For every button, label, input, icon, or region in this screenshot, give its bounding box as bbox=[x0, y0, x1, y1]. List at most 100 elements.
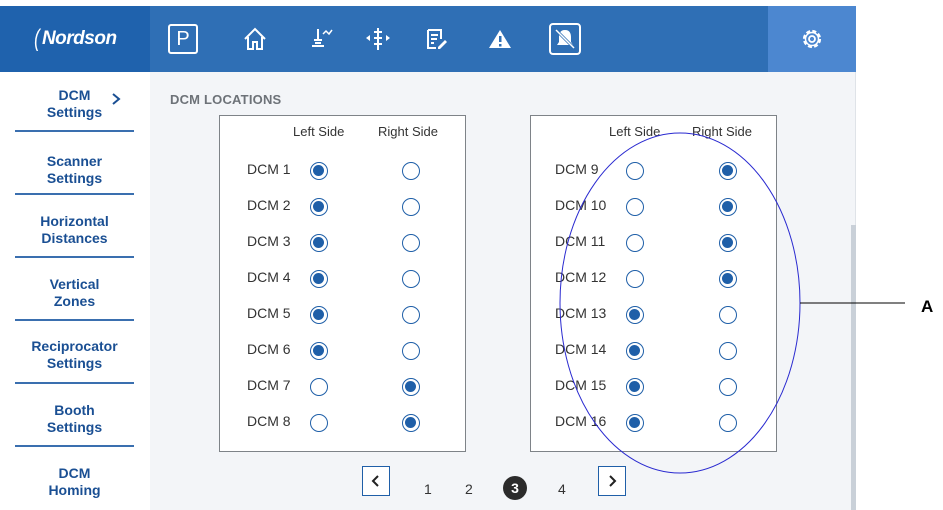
sidebar-item-label-line2: Zones bbox=[53, 293, 96, 309]
dcm-row-label: DCM 2 bbox=[247, 197, 291, 213]
page-link-2[interactable]: 2 bbox=[465, 481, 473, 497]
radio-right-side[interactable] bbox=[402, 342, 420, 360]
radio-right-side[interactable] bbox=[402, 378, 420, 396]
nordson-logo: (Nordson bbox=[0, 6, 150, 72]
radio-right-side[interactable] bbox=[402, 306, 420, 324]
sidebar-item-reciprocator-settings[interactable]: Reciprocator Settings bbox=[15, 338, 134, 372]
dcm-row-label: DCM 12 bbox=[555, 269, 607, 285]
warning-icon bbox=[489, 30, 511, 48]
dcm-row-label: DCM 7 bbox=[247, 377, 291, 393]
gear-icon bbox=[802, 29, 822, 49]
home-button[interactable] bbox=[226, 6, 284, 72]
spray-gun-button[interactable] bbox=[291, 6, 349, 72]
dcm-row-label: DCM 15 bbox=[555, 377, 607, 393]
sidebar-item-dcm-homing[interactable]: DCM Homing bbox=[15, 465, 134, 499]
page-link-1[interactable]: 1 bbox=[424, 481, 432, 497]
radio-left-side[interactable] bbox=[310, 306, 328, 324]
radio-left-side[interactable] bbox=[310, 378, 328, 396]
sidebar-item-horizontal-distances[interactable]: Horizontal Distances bbox=[15, 213, 134, 247]
radio-left-side[interactable] bbox=[626, 162, 644, 180]
traverse-icon bbox=[366, 28, 390, 50]
sidebar-item-label-line2: Distances bbox=[41, 230, 108, 246]
sidebar-item-label-line1: Booth bbox=[54, 402, 95, 418]
sidebar-item-scanner-settings[interactable]: Scanner Settings bbox=[15, 153, 134, 187]
dcm-panel-9-16: Left Side Right Side DCM 9 DCM 10 DCM 11 DC… bbox=[530, 115, 777, 452]
column-header-left: Left Side bbox=[293, 124, 345, 139]
radio-left-side[interactable] bbox=[626, 270, 644, 288]
radio-left-side[interactable] bbox=[310, 270, 328, 288]
radio-left-side[interactable] bbox=[626, 342, 644, 360]
sidebar-item-label-line2: Settings bbox=[46, 170, 103, 186]
parking-button[interactable]: P bbox=[154, 6, 212, 72]
warning-button[interactable] bbox=[471, 6, 529, 72]
radio-left-side[interactable] bbox=[626, 414, 644, 432]
settings-button[interactable] bbox=[768, 6, 856, 72]
sidebar-divider bbox=[15, 319, 134, 321]
radio-left-side[interactable] bbox=[626, 306, 644, 324]
radio-right-side[interactable] bbox=[719, 270, 737, 288]
radio-right-side[interactable] bbox=[402, 270, 420, 288]
home-icon bbox=[244, 27, 266, 50]
prev-page-button[interactable] bbox=[362, 466, 390, 496]
parking-icon: P bbox=[168, 24, 198, 54]
traverse-button[interactable] bbox=[349, 6, 407, 72]
sidebar-item-vertical-zones[interactable]: Vertical Zones bbox=[15, 276, 134, 310]
sidebar-divider bbox=[15, 256, 134, 258]
radio-left-side[interactable] bbox=[310, 234, 328, 252]
radio-right-side[interactable] bbox=[402, 234, 420, 252]
radio-right-side[interactable] bbox=[719, 162, 737, 180]
column-header-right: Right Side bbox=[378, 124, 438, 139]
dcm-row-label: DCM 11 bbox=[555, 233, 606, 249]
radio-left-side[interactable] bbox=[310, 198, 328, 216]
dcm-row-label: DCM 6 bbox=[247, 341, 291, 357]
radio-left-side[interactable] bbox=[310, 162, 328, 180]
sidebar-divider bbox=[15, 445, 134, 447]
next-page-button[interactable] bbox=[598, 466, 626, 496]
alarm-muted-icon bbox=[549, 23, 581, 55]
annotation-label: A bbox=[921, 297, 934, 316]
radio-right-side[interactable] bbox=[402, 414, 420, 432]
dcm-row-label: DCM 13 bbox=[555, 305, 607, 321]
sidebar-item-label-line2: Settings bbox=[46, 355, 103, 371]
chevron-right-icon bbox=[609, 475, 617, 487]
radio-left-side[interactable] bbox=[626, 234, 644, 252]
radio-right-side[interactable] bbox=[402, 198, 420, 216]
sidebar-item-label-line2: Homing bbox=[48, 482, 101, 498]
alarm-mute-button[interactable] bbox=[536, 6, 594, 72]
sidebar-divider bbox=[15, 130, 134, 132]
radio-right-side[interactable] bbox=[719, 414, 737, 432]
radio-left-side[interactable] bbox=[310, 414, 328, 432]
dcm-row-label: DCM 14 bbox=[555, 341, 607, 357]
radio-right-side[interactable] bbox=[719, 378, 737, 396]
dcm-row-label: DCM 16 bbox=[555, 413, 607, 429]
dcm-row-label: DCM 10 bbox=[555, 197, 607, 213]
page-current-indicator[interactable]: 3 bbox=[503, 476, 527, 500]
radio-right-side[interactable] bbox=[719, 342, 737, 360]
dcm-row-label: DCM 3 bbox=[247, 233, 291, 249]
dcm-row-label: DCM 5 bbox=[247, 305, 291, 321]
scrollbar[interactable] bbox=[851, 225, 856, 510]
radio-left-side[interactable] bbox=[310, 342, 328, 360]
radio-right-side[interactable] bbox=[719, 234, 737, 252]
radio-right-side[interactable] bbox=[719, 198, 737, 216]
sidebar-divider bbox=[15, 193, 134, 195]
radio-right-side[interactable] bbox=[719, 306, 737, 324]
column-header-left: Left Side bbox=[609, 124, 661, 139]
sidebar-item-label-line1: Horizontal bbox=[40, 213, 109, 229]
radio-left-side[interactable] bbox=[626, 378, 644, 396]
top-toolbar: (Nordson P bbox=[0, 6, 856, 72]
edit-list-button[interactable] bbox=[407, 6, 465, 72]
app-frame: (Nordson P DCM Settings Scanner Settings… bbox=[0, 0, 943, 510]
edit-list-icon bbox=[427, 29, 447, 49]
column-header-right: Right Side bbox=[692, 124, 752, 139]
dcm-row-label: DCM 4 bbox=[247, 269, 291, 285]
spray-gun-icon bbox=[312, 29, 333, 47]
radio-left-side[interactable] bbox=[626, 198, 644, 216]
dcm-panel-1-8: Left Side Right Side DCM 1 DCM 2 DCM 3 DCM … bbox=[219, 115, 466, 452]
radio-right-side[interactable] bbox=[402, 162, 420, 180]
chevron-right-icon bbox=[112, 93, 121, 105]
sidebar-item-booth-settings[interactable]: Booth Settings bbox=[15, 402, 134, 436]
sidebar-divider bbox=[15, 382, 134, 384]
page-link-4[interactable]: 4 bbox=[558, 481, 566, 497]
dcm-row-label: DCM 1 bbox=[247, 161, 291, 177]
